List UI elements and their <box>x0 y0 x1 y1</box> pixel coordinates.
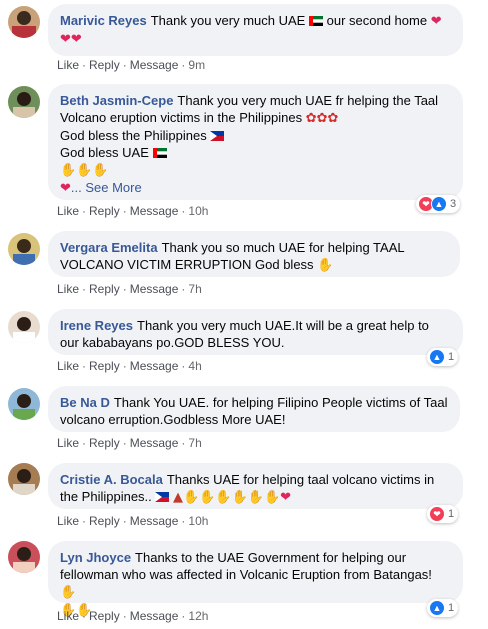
comment-text: Thank You UAE. for helping Filipino Peop… <box>60 395 448 427</box>
comment-author[interactable]: Vergara Emelita <box>60 240 158 255</box>
comment-author[interactable]: Marivic Reyes <box>60 13 147 28</box>
reply-link[interactable]: Reply <box>89 609 120 623</box>
avatar[interactable] <box>8 541 40 573</box>
like-link[interactable]: Like <box>57 58 79 72</box>
avatar[interactable] <box>8 388 40 420</box>
reaction-count: 1 <box>448 602 455 614</box>
comment-actions: Like · Reply · Message · 9m <box>57 58 206 72</box>
comment-bubble: Irene Reyes Thank you very much UAE.It wi… <box>48 309 463 355</box>
rose-icon: ✿✿✿ <box>305 111 339 126</box>
comment-actions: Like · Reply · Message · 4h <box>57 359 202 373</box>
comment-time[interactable]: 12h <box>188 609 208 623</box>
comment-author[interactable]: Irene Reyes <box>60 318 133 333</box>
comment-time[interactable]: 7h <box>188 282 201 296</box>
comment-author[interactable]: Cristie A. Bocala <box>60 472 163 487</box>
avatar[interactable] <box>8 233 40 265</box>
comment-author[interactable]: Lyn Jhoyce <box>60 550 131 565</box>
comment-actions: Like · Reply · Message · 7h <box>57 282 202 296</box>
heart-icon: ❤ <box>430 14 442 29</box>
comment-bubble: Cristie A. Bocala Thanks UAE for helping … <box>48 463 463 509</box>
comment-actions: Like · Reply · Message · 7h <box>57 436 202 450</box>
reaction-summary[interactable]: ❤ ▲ 3 <box>416 195 461 213</box>
philippines-flag-icon <box>155 492 170 502</box>
heart-icon: ❤❤ <box>60 32 82 47</box>
reply-link[interactable]: Reply <box>89 436 120 450</box>
like-reaction-icon: ▲ <box>429 600 445 616</box>
praying-hands-icon: ✋✋✋✋ <box>215 490 281 505</box>
reply-link[interactable]: Reply <box>89 282 120 296</box>
like-link[interactable]: Like <box>57 514 79 528</box>
message-link[interactable]: Message <box>130 359 179 373</box>
reaction-summary[interactable]: ❤ 1 <box>427 505 459 523</box>
praying-hands-icon: ✋ <box>60 585 77 600</box>
see-more-link[interactable]: ... See More <box>71 180 142 195</box>
like-reaction-icon: ▲ <box>431 196 447 212</box>
reaction-summary[interactable]: ▲ 1 <box>427 599 459 617</box>
avatar[interactable] <box>8 463 40 495</box>
message-link[interactable]: Message <box>130 282 179 296</box>
comment-text: Thank you very much UAE <box>150 13 306 28</box>
comment-bubble: Beth Jasmin-Cepe Thank you very much UAE … <box>48 84 463 200</box>
comment-bubble: Vergara Emelita Thank you so much UAE for… <box>48 231 460 277</box>
comment-time[interactable]: 10h <box>188 204 208 218</box>
reply-link[interactable]: Reply <box>89 204 120 218</box>
like-reaction-icon: ▲ <box>429 349 445 365</box>
uae-flag-icon <box>152 148 167 158</box>
reply-link[interactable]: Reply <box>89 514 120 528</box>
comment-text-line: God bless the Philippines <box>60 128 207 143</box>
reaction-count: 3 <box>450 198 457 210</box>
reaction-summary[interactable]: ▲ 1 <box>427 348 459 366</box>
message-link[interactable]: Message <box>130 436 179 450</box>
comment-bubble: Lyn Jhoyce Thanks to the UAE Government f… <box>48 541 463 618</box>
comment-time[interactable]: 7h <box>188 436 201 450</box>
reply-link[interactable]: Reply <box>89 58 120 72</box>
heart-icon: ❤ <box>60 181 71 196</box>
praying-hands-icon: ✋ <box>317 258 334 273</box>
praying-hands-icon: ✋✋✋ <box>60 163 109 178</box>
philippines-flag-icon <box>210 131 225 141</box>
comment-time[interactable]: 4h <box>188 359 201 373</box>
reply-link[interactable]: Reply <box>89 359 120 373</box>
volcano-icon: ▲ <box>173 490 184 505</box>
uae-flag-icon <box>308 16 323 26</box>
comment-time[interactable]: 9m <box>188 58 205 72</box>
message-link[interactable]: Message <box>130 609 179 623</box>
reaction-count: 1 <box>448 508 455 520</box>
like-link[interactable]: Like <box>57 359 79 373</box>
like-link[interactable]: Like <box>57 204 79 218</box>
comment-text-line: God bless UAE <box>60 145 149 160</box>
comment-actions: Like · Reply · Message · 10h <box>57 514 209 528</box>
comment-author[interactable]: Be Na D <box>60 395 110 410</box>
message-link[interactable]: Message <box>130 514 179 528</box>
comment-bubble: Be Na D Thank You UAE. for helping Filipi… <box>48 386 460 432</box>
reaction-count: 1 <box>448 351 455 363</box>
avatar[interactable] <box>8 6 40 38</box>
like-link[interactable]: Like <box>57 282 79 296</box>
message-link[interactable]: Message <box>130 58 179 72</box>
avatar[interactable] <box>8 311 40 343</box>
avatar[interactable] <box>8 86 40 118</box>
comment-author[interactable]: Beth Jasmin-Cepe <box>60 93 173 108</box>
like-link[interactable]: Like <box>57 609 79 623</box>
comment-actions: Like · Reply · Message · 12h <box>57 609 209 623</box>
love-reaction-icon: ❤ <box>429 506 445 522</box>
heart-icon: ❤ <box>280 490 292 505</box>
message-link[interactable]: Message <box>130 204 179 218</box>
comment-time[interactable]: 10h <box>188 514 208 528</box>
comment-bubble: Marivic Reyes Thank you very much UAE our… <box>48 4 463 56</box>
thumbs-up-icon: ✋✋ <box>183 490 216 505</box>
comment-text-2: our second home <box>326 13 428 28</box>
comment-actions: Like · Reply · Message · 10h <box>57 204 209 218</box>
like-link[interactable]: Like <box>57 436 79 450</box>
